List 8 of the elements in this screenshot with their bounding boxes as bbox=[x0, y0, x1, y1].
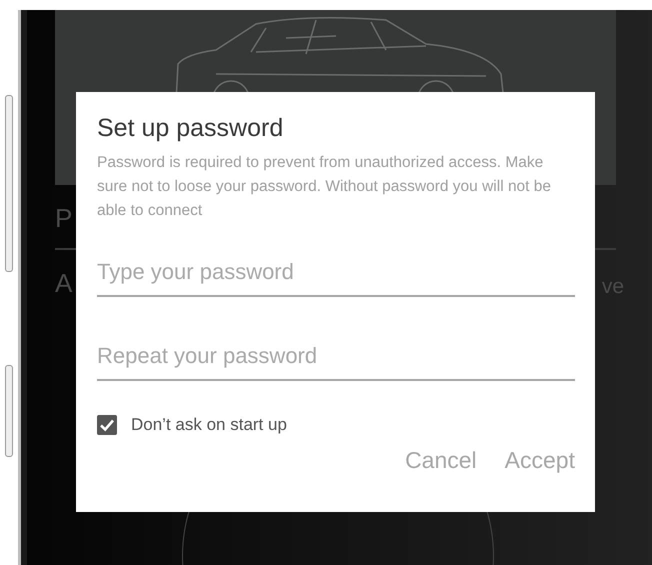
list-label: A bbox=[55, 268, 72, 299]
checkbox[interactable] bbox=[97, 415, 117, 435]
checkbox-label: Don’t ask on start up bbox=[131, 415, 287, 435]
list-label: P bbox=[55, 203, 72, 234]
dialog-message: Password is required to prevent from unauthorized access. Make sure not to loose your password. Without password you will not be able to connect bbox=[97, 153, 552, 221]
dialog-button[interactable]: Accept bbox=[504, 443, 575, 478]
dialog-button[interactable]: Cancel bbox=[405, 443, 477, 478]
dialog-title: Set up password bbox=[97, 114, 284, 143]
